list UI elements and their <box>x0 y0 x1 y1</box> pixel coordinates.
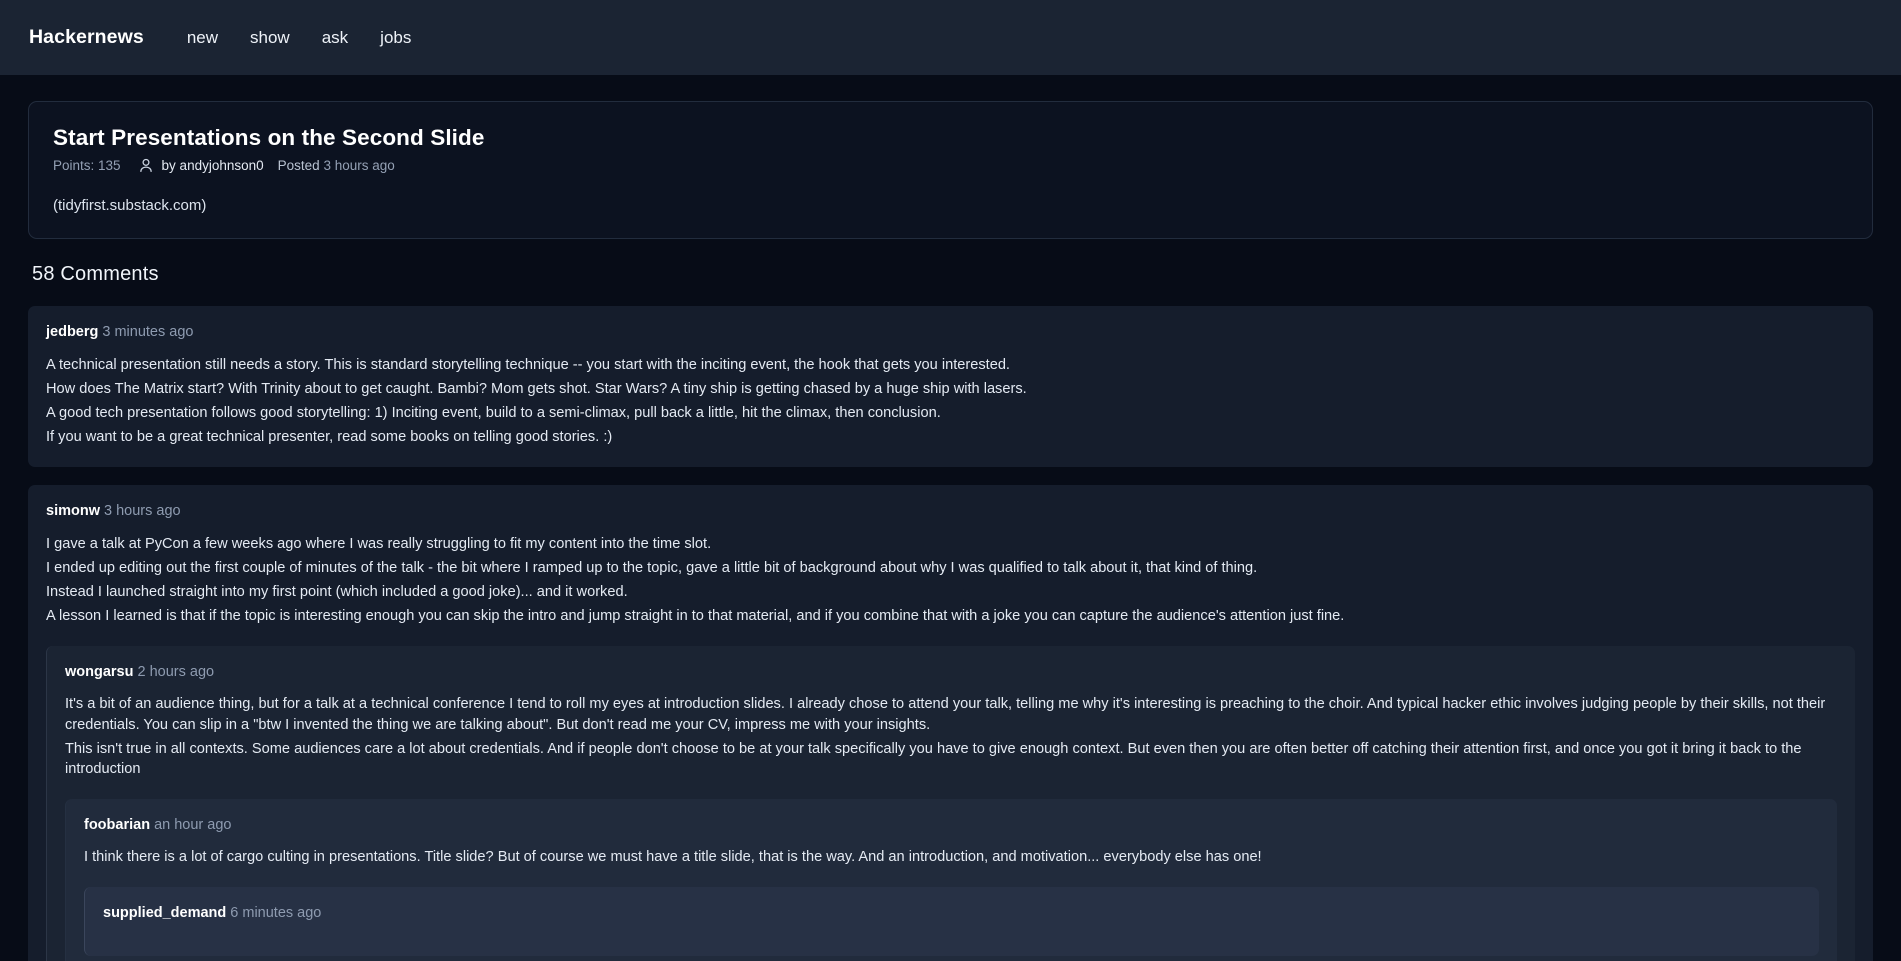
comment-header: jedberg 3 minutes ago <box>46 324 1855 341</box>
person-icon <box>139 158 153 173</box>
comment-paragraph: I think there is a lot of cargo culting … <box>84 849 1262 866</box>
comment-paragraph: This isn't true in all contexts. Some au… <box>65 740 1802 777</box>
comment-foobarian: foobarian an hour ago I think there is a l… <box>65 798 1837 961</box>
comment-paragraph: I ended up editing out the first couple … <box>46 559 1258 576</box>
story-title[interactable]: Start Presentations on the Second Slide <box>53 123 1848 152</box>
story-url[interactable]: (tidyfirst.substack.com) <box>53 197 1848 214</box>
nav-link-jobs[interactable]: jobs <box>364 22 427 54</box>
comment-timestamp: 6 minutes ago <box>230 905 322 922</box>
story-points: Points: 135 <box>53 158 121 174</box>
story-author[interactable]: by andyjohnson0 <box>162 158 264 173</box>
story-posted-time: 3 hours ago <box>323 158 395 174</box>
brand-logo[interactable]: Hackernews <box>29 26 144 49</box>
story-card: Start Presentations on the Second Slide … <box>28 101 1873 240</box>
comment-author[interactable]: jedberg <box>46 324 98 340</box>
comment-supplied_demand: supplied_demand 6 minutes ago <box>84 887 1819 956</box>
nav-link-ask[interactable]: ask <box>306 22 364 54</box>
comment-paragraph: A lesson I learned is that if the topic … <box>46 607 1345 624</box>
comment-paragraph: I gave a talk at PyCon a few weeks ago w… <box>46 535 712 552</box>
story-posted-word: Posted <box>277 158 320 174</box>
comment-body: It's a bit of an audience thing, but for… <box>65 694 1837 779</box>
comment-body: I gave a talk at PyCon a few weeks ago w… <box>46 534 1855 627</box>
story-posted: Posted 3 hours ago <box>278 158 395 173</box>
nav-link-new[interactable]: new <box>171 22 234 54</box>
comment-header: supplied_demand 6 minutes ago <box>103 905 1801 922</box>
comment-list: jedberg 3 minutes ago A technical presenta… <box>28 306 1873 961</box>
comment-header: simonw 3 hours ago <box>46 503 1855 520</box>
story-meta: Points: 135 by andyjohnson0 Posted 3 hou… <box>53 158 1848 173</box>
comment-author[interactable]: foobarian <box>84 817 150 833</box>
comment-paragraph: How does The Matrix start? With Trinity … <box>46 380 1027 397</box>
comment-paragraph: A good tech presentation follows good st… <box>46 404 941 421</box>
comment-paragraph: It's a bit of an audience thing, but for… <box>65 696 1826 733</box>
comment-header: wongarsu 2 hours ago <box>65 664 1837 681</box>
comment-paragraph: Instead I launched straight into my firs… <box>46 583 628 600</box>
top-navbar: Hackernews new show ask jobs <box>0 0 1901 75</box>
comment-timestamp: 3 minutes ago <box>102 324 194 341</box>
nav-link-show[interactable]: show <box>234 22 306 54</box>
comment-timestamp: 3 hours ago <box>103 503 181 520</box>
comment-author[interactable]: supplied_demand <box>103 905 226 921</box>
comment-body: I think there is a lot of cargo culting … <box>84 847 1819 867</box>
page-content: Start Presentations on the Second Slide … <box>0 75 1901 961</box>
comments-heading: 58 Comments <box>32 263 159 286</box>
comment-author[interactable]: simonw <box>46 503 100 519</box>
comment-header: foobarian an hour ago <box>84 817 1819 834</box>
comment-jedberg: jedberg 3 minutes ago A technical presenta… <box>28 306 1873 468</box>
comment-simonw: simonw 3 hours ago I gave a talk at PyCon … <box>28 485 1873 961</box>
comment-author[interactable]: wongarsu <box>65 664 133 680</box>
comment-timestamp: an hour ago <box>154 816 232 833</box>
comment-paragraph: A technical presentation still needs a s… <box>46 356 1010 373</box>
comment-wongarsu: wongarsu 2 hours ago It's a bit of an audi… <box>46 646 1855 961</box>
comment-timestamp: 2 hours ago <box>137 664 215 681</box>
comment-body: A technical presentation still needs a s… <box>46 355 1855 448</box>
comment-paragraph: If you want to be a great technical pres… <box>46 429 613 446</box>
